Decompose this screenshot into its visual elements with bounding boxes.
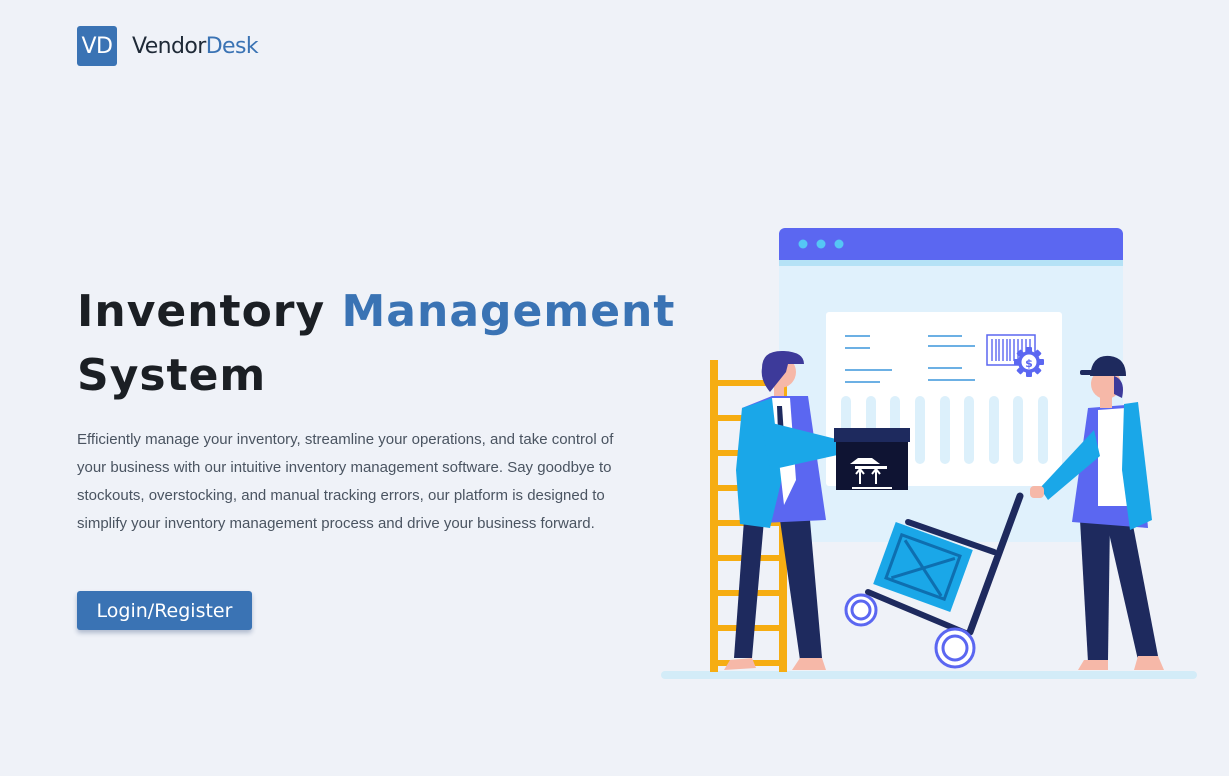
- floor-line: [661, 671, 1197, 679]
- hero-title-part1: Inventory: [77, 286, 326, 337]
- hero-title-accent: Management: [341, 286, 676, 337]
- brand-name-part2: Desk: [205, 33, 259, 59]
- login-register-button[interactable]: Login/Register: [77, 591, 252, 630]
- brand-mark-icon: VD: [77, 26, 117, 66]
- browser-window-icon: [779, 228, 1123, 542]
- svg-text:$: $: [1025, 357, 1033, 370]
- brand-name-part1: Vendor: [132, 33, 206, 59]
- hero-description: Efficiently manage your inventory, strea…: [77, 431, 614, 532]
- brand-name: VendorDesk: [132, 33, 259, 59]
- dollar-gear-icon: $: [1014, 347, 1044, 377]
- hero-illustration: $: [661, 228, 1197, 679]
- box-icon: [834, 428, 910, 490]
- hero-title: Inventory Management System: [77, 280, 675, 408]
- brand-logo[interactable]: VD VendorDesk: [77, 26, 259, 66]
- hero-title-part2: System: [77, 350, 267, 401]
